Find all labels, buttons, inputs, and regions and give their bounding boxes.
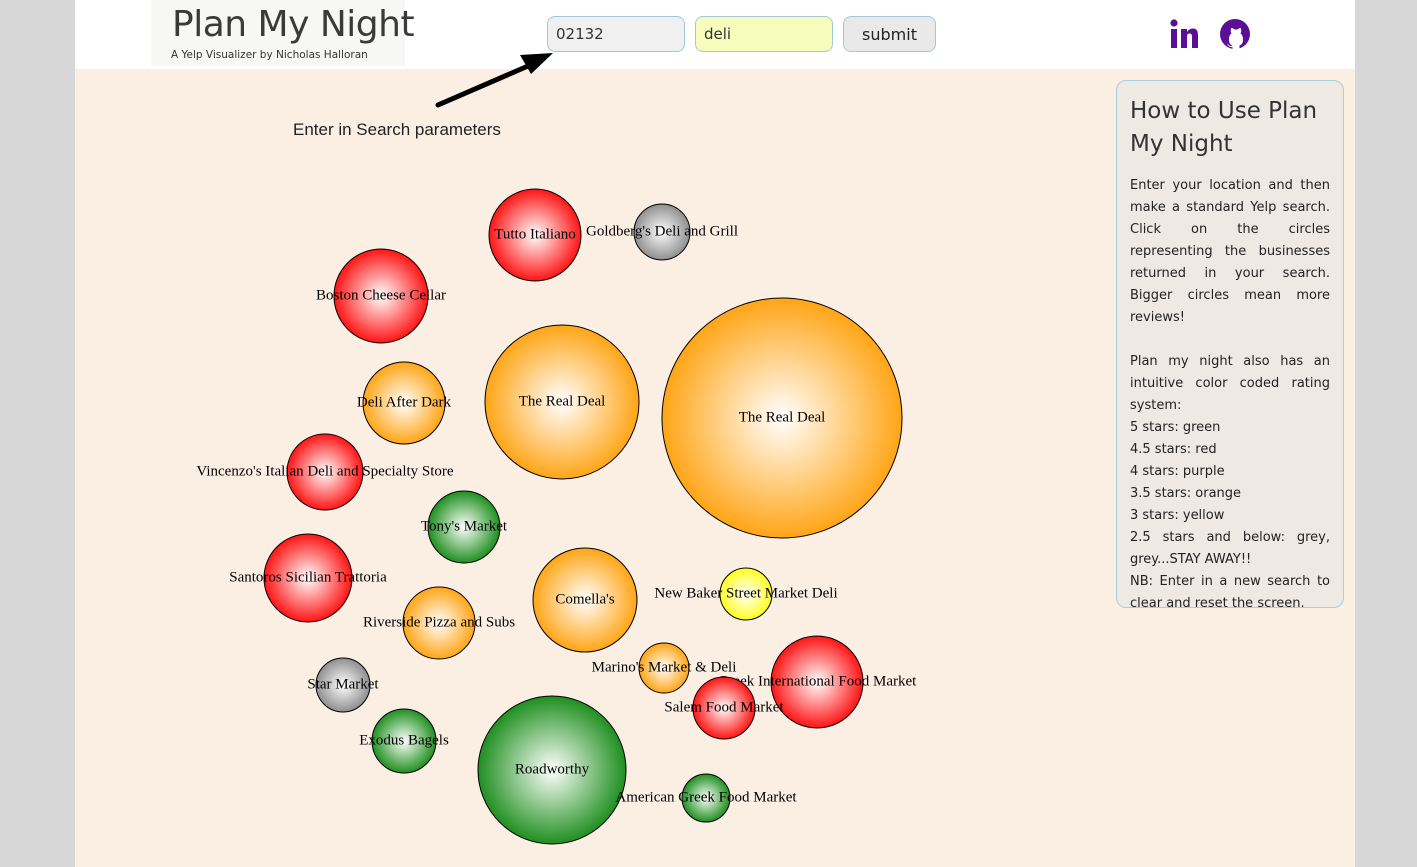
business-bubble[interactable]: The Real Deal <box>661 297 903 539</box>
business-bubble[interactable]: Exodus Bagels <box>359 708 449 774</box>
legend-item: 2.5 stars and below: grey, grey...STAY A… <box>1130 530 1330 567</box>
business-name-label: The Real Deal <box>519 393 606 409</box>
business-name-label: Star Market <box>307 676 379 692</box>
business-bubble[interactable]: Santoros Sicilian Trattoria <box>229 533 387 623</box>
business-name-label: Salem Food Market <box>664 699 784 715</box>
business-bubble[interactable]: Vincenzo's Italian Deli and Specialty St… <box>196 433 454 511</box>
business-name-label: Boston Cheese Cellar <box>316 287 446 303</box>
business-name-label: Tony's Market <box>421 518 508 534</box>
business-name-label: Roadworthy <box>515 761 590 777</box>
business-name-label: New Baker Street Market Deli <box>654 585 837 601</box>
business-bubble[interactable]: Comella's <box>532 547 638 653</box>
business-bubble[interactable]: Star Market <box>307 657 379 713</box>
help-rating-intro: Plan my night also has an intuitive colo… <box>1130 354 1330 413</box>
legend-item: 3 stars: yellow <box>1130 508 1225 523</box>
business-bubble[interactable]: Tutto Italiano <box>488 188 582 282</box>
help-panel: How to Use Plan My Night Enter your loca… <box>1116 80 1344 611</box>
legend-item: 4.5 stars: red <box>1130 442 1217 457</box>
legend-item: 3.5 stars: orange <box>1130 486 1242 501</box>
page: Plan My Night A Yelp Visualizer by Nicho… <box>75 0 1355 867</box>
business-bubble[interactable]: Tony's Market <box>421 490 508 564</box>
business-name-label: Tutto Italiano <box>494 226 576 242</box>
business-name-label: Comella's <box>555 591 615 607</box>
help-intro: Enter your location and then make a stan… <box>1130 178 1330 325</box>
business-bubble[interactable]: Deli After Dark <box>357 361 452 445</box>
business-bubble[interactable]: Goldberg's Deli and Grill <box>586 203 738 261</box>
business-bubble[interactable]: The Real Deal <box>484 324 640 480</box>
legend-item: 5 stars: green <box>1130 420 1221 435</box>
help-title: How to Use Plan My Night <box>1130 98 1318 157</box>
business-bubble[interactable]: Roadworthy <box>477 695 627 845</box>
business-bubble[interactable]: Boston Cheese Cellar <box>316 248 446 344</box>
business-name-label: Exodus Bagels <box>359 732 449 748</box>
legend-item: 4 stars: purple <box>1130 464 1225 479</box>
business-name-label: The Real Deal <box>739 409 826 425</box>
business-name-label: Marino's Market & Deli <box>592 659 737 675</box>
business-bubble[interactable]: American Greek Food Market <box>615 773 797 823</box>
business-name-label: Deli After Dark <box>357 394 452 410</box>
business-bubble[interactable]: Riverside Pizza and Subs <box>363 586 515 660</box>
help-note: NB: Enter in a new search to clear and r… <box>1130 574 1330 611</box>
business-bubble-chart: Tutto Italiano Goldberg's Deli and Grill B… <box>196 188 918 845</box>
business-bubble[interactable]: New Baker Street Market Deli <box>654 567 838 621</box>
business-name-label: American Greek Food Market <box>615 789 797 805</box>
business-name-label: Greek International Food Market <box>718 673 918 689</box>
business-name-label: Vincenzo's Italian Deli and Specialty St… <box>196 463 453 479</box>
business-name-label: Santoros Sicilian Trattoria <box>229 569 387 585</box>
business-name-label: Goldberg's Deli and Grill <box>586 223 738 239</box>
business-name-label: Riverside Pizza and Subs <box>363 614 515 630</box>
